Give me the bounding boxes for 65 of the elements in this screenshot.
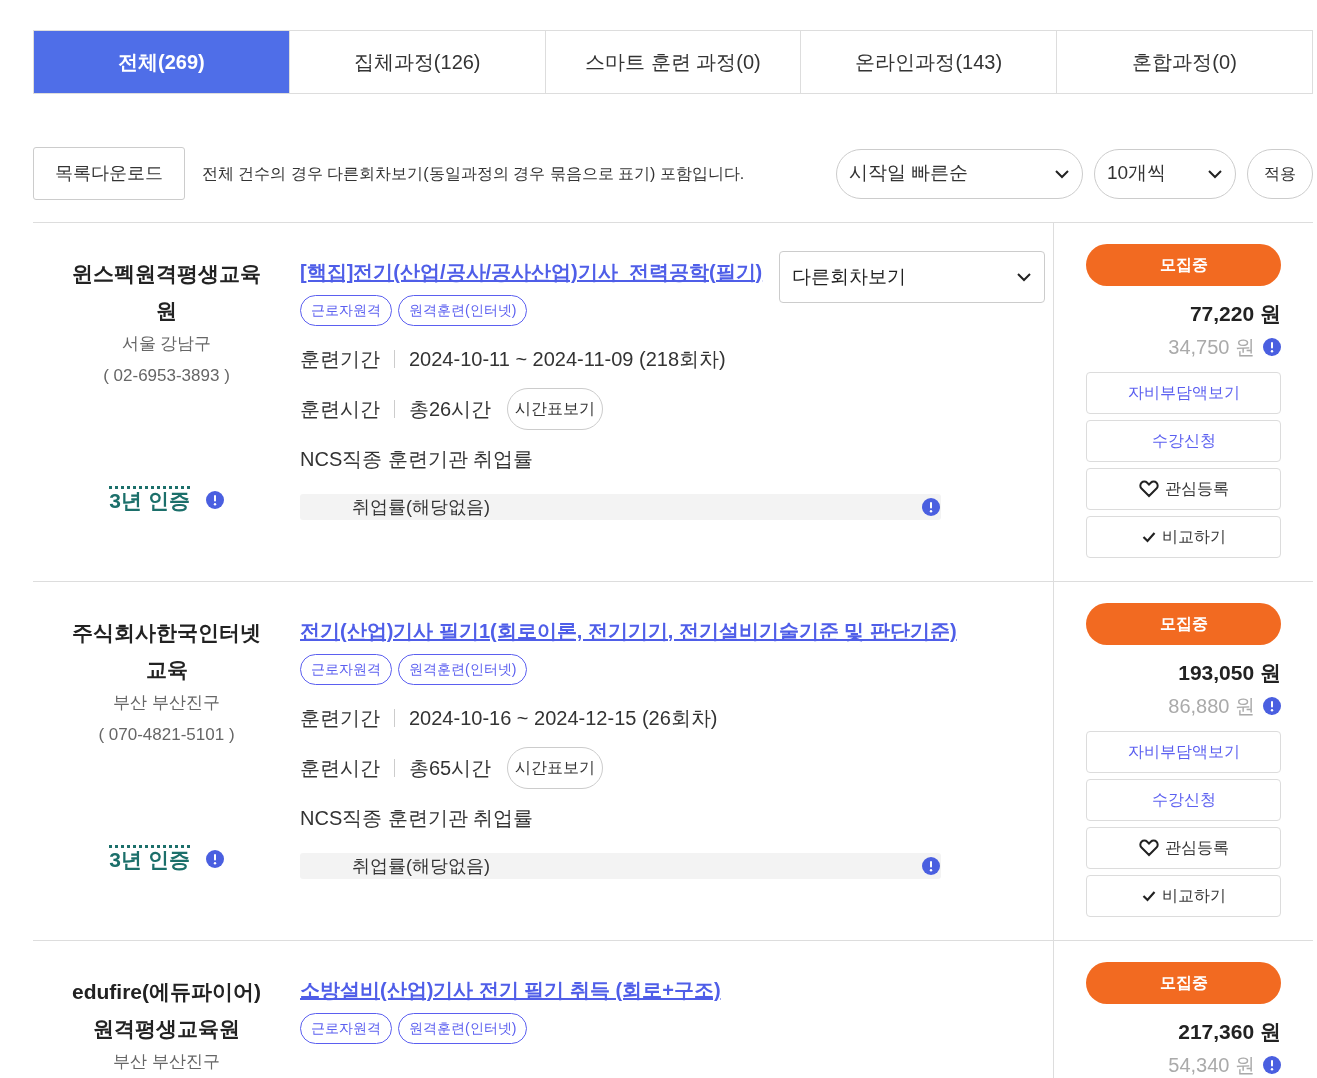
action-button[interactable]: 비교하기 [1086, 515, 1281, 558]
category-tab[interactable]: 혼합과정(0) [1057, 30, 1313, 94]
download-list-button[interactable]: 목록다운로드 [33, 147, 185, 200]
action-button[interactable]: 관심등록 [1086, 467, 1281, 510]
course-title-link[interactable]: 소방설비(산업)기사 전기 필기 취득 (회로+구조) [300, 977, 721, 1003]
institution-region: 서울 강남구 [121, 333, 212, 355]
ncs-label: NCS직종 훈련기관 취업률 [300, 806, 535, 831]
period-value: 2024-10-11 ~ 2024-11-09 (218회차) [409, 347, 726, 372]
action-button[interactable]: 수강신청 [1086, 778, 1281, 821]
institution-name: 윈스펙원격평생교육원 [71, 261, 262, 324]
category-tab[interactable]: 집체과정(126) [289, 30, 546, 94]
apply-button[interactable]: 적용 [1247, 148, 1313, 199]
page-size-select[interactable]: 10개씩 [1094, 148, 1236, 199]
info-icon [1263, 1055, 1281, 1074]
institution-name: edufire(에듀파이어) 원격평생교육원 [71, 979, 262, 1042]
action-button[interactable]: 수강신청 [1086, 419, 1281, 462]
category-tab[interactable]: 전체(269) [33, 30, 290, 94]
period-label: 훈련기간 [300, 706, 380, 731]
self-pay-price: 86,880 원 [1168, 693, 1255, 719]
course-price: 77,220 원 [1188, 301, 1281, 327]
course-title-link[interactable]: [핵집]전기(산업/공사/공사산업)기사_전력공학(필기) [300, 259, 763, 285]
check-icon [1141, 530, 1156, 543]
institution-name: 주식회사한국인터넷교육 [71, 620, 262, 683]
heart-icon [1138, 838, 1159, 857]
action-button[interactable]: 관심등록 [1086, 826, 1281, 869]
heart-icon [1138, 479, 1159, 498]
course-price: 217,360 원 [1177, 1019, 1281, 1045]
institution-region: 부산 부산진구 [113, 1051, 220, 1073]
institution-region: 부산 부산진구 [113, 692, 220, 714]
self-pay-price: 34,750 원 [1168, 334, 1255, 360]
employment-text: 취업률(해당없음) [352, 495, 490, 519]
course-title-link[interactable]: 전기(산업)기사 필기1(회로이론, 전기기기, 전기설비기술기준 및 판단기준) [300, 618, 957, 644]
period-label: 훈련기간 [300, 347, 380, 372]
hours-label: 훈련시간 [300, 756, 380, 781]
hours-value: 총65시간 [409, 756, 492, 781]
category-tab[interactable]: 스마트 훈련 과정(0) [545, 30, 802, 94]
other-rounds-select[interactable]: 다른회차보기 [779, 251, 1045, 303]
info-icon [205, 849, 224, 868]
sort-select[interactable]: 시작일 빠른순 [836, 148, 1083, 199]
action-button[interactable]: 자비부담액보기 [1086, 371, 1281, 414]
status-badge: 모집중 [1086, 603, 1281, 645]
action-button[interactable]: 비교하기 [1086, 874, 1281, 917]
institution-phone: ( 070-4821-5101 ) [98, 723, 235, 746]
certification-label: 3년 인증 [109, 486, 190, 513]
hours-value: 총26시간 [409, 397, 492, 422]
course-price: 193,050 원 [1177, 660, 1281, 686]
check-icon [1141, 889, 1156, 902]
category-tab[interactable]: 온라인과정(143) [801, 30, 1058, 94]
chevron-down-icon [1054, 168, 1070, 179]
info-icon [205, 490, 224, 509]
employment-text: 취업률(해당없음) [352, 854, 490, 878]
info-icon [1263, 696, 1281, 715]
ncs-label: NCS직종 훈련기관 취업률 [300, 447, 535, 472]
info-icon [1263, 337, 1281, 356]
self-pay-price: 54,340 원 [1168, 1052, 1255, 1078]
action-button[interactable]: 자비부담액보기 [1086, 730, 1281, 773]
institution-phone: ( 02-6953-3893 ) [103, 364, 230, 387]
certification-label: 3년 인증 [109, 845, 190, 872]
period-value: 2024-10-16 ~ 2024-12-15 (26회차) [409, 706, 718, 731]
status-badge: 모집중 [1086, 962, 1281, 1004]
status-badge: 모집중 [1086, 244, 1281, 286]
notice-text: 전체 건수의 경우 다른회차보기(동일과정의 경우 묶음으로 표기) 포함입니다. [202, 163, 745, 184]
hours-label: 훈련시간 [300, 397, 380, 422]
chevron-down-icon [1016, 272, 1032, 282]
chevron-down-icon [1207, 168, 1223, 179]
